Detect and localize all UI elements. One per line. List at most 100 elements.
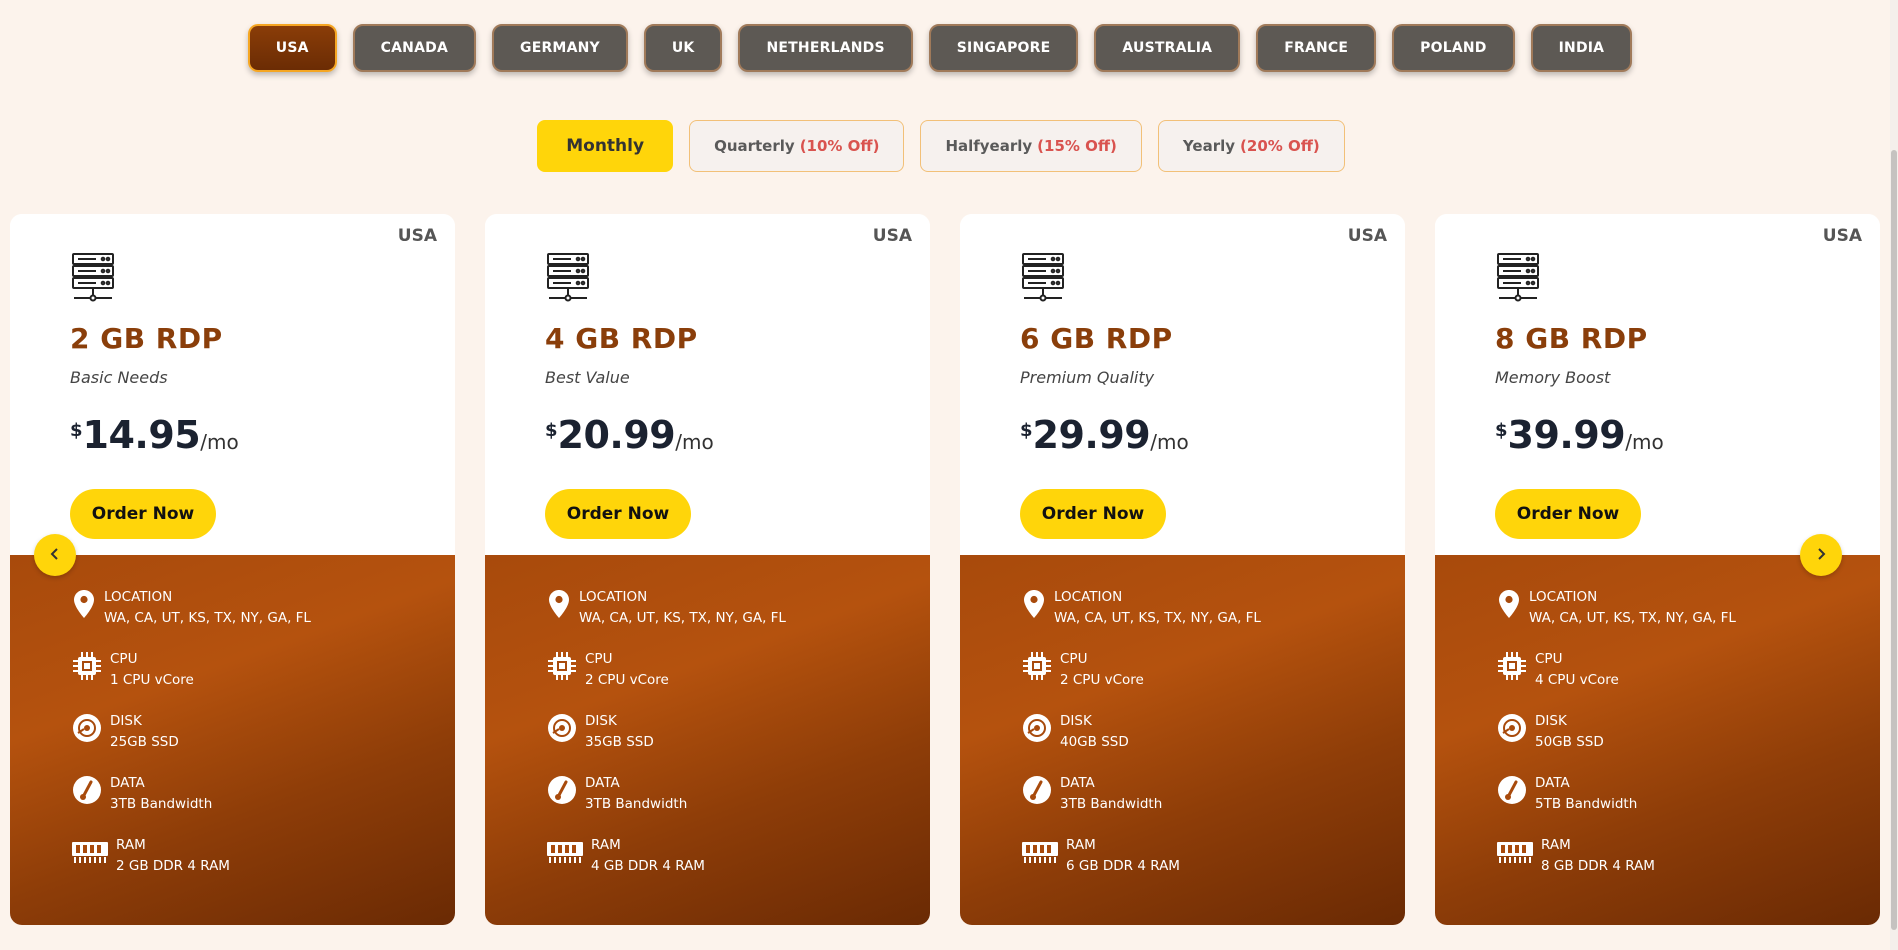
- scrollbar-thumb[interactable]: [1891, 150, 1897, 930]
- feature-ram: RAM 6 GB DDR 4 RAM: [1020, 835, 1180, 877]
- feature-value: 40GB SSD: [1060, 734, 1129, 750]
- chevron-right-icon: [1814, 546, 1828, 565]
- plan-price: $ 20.99 /mo: [545, 416, 714, 454]
- country-tab-uk[interactable]: UK: [643, 24, 723, 72]
- plan-features: LOCATION WA, CA, UT, KS, TX, NY, GA, FL …: [10, 555, 455, 925]
- feature-data: DATA 3TB Bandwidth: [545, 773, 687, 815]
- plan-title: 8 GB RDP: [1495, 322, 1648, 355]
- country-tab-canada[interactable]: CANADA: [352, 24, 476, 72]
- country-tab-india[interactable]: INDIA: [1530, 24, 1633, 72]
- plan-card-header: USA 8 GB RDP Memory Boost $ 39.99 /mo Or…: [1435, 214, 1880, 555]
- plan-country-label: USA: [397, 226, 437, 246]
- feature-label: RAM: [1541, 837, 1571, 853]
- disk-icon: [1020, 711, 1054, 745]
- feature-ram: RAM 4 GB DDR 4 RAM: [545, 835, 705, 877]
- feature-value: 2 CPU vCore: [585, 672, 669, 688]
- plan-card: USA 4 GB RDP Best Value $ 20.99 /mo Orde…: [485, 214, 930, 925]
- plan-subtitle: Memory Boost: [1495, 368, 1611, 387]
- billing-tab-quarterly[interactable]: Quarterly (10% Off): [689, 120, 905, 172]
- billing-tab-yearly[interactable]: Yearly (20% Off): [1157, 120, 1345, 172]
- plan-features: LOCATION WA, CA, UT, KS, TX, NY, GA, FL …: [960, 555, 1405, 925]
- feature-data: DATA 3TB Bandwidth: [70, 773, 212, 815]
- country-tab-germany[interactable]: GERMANY: [492, 24, 628, 72]
- plan-card: USA 6 GB RDP Premium Quality $ 29.99 /mo…: [960, 214, 1405, 925]
- cpu-chip-icon: [545, 649, 579, 683]
- plan-title: 2 GB RDP: [70, 322, 223, 355]
- feature-value: 5TB Bandwidth: [1535, 796, 1638, 812]
- plan-title: 4 GB RDP: [545, 322, 698, 355]
- plan-country-label: USA: [1822, 226, 1862, 246]
- price-currency: $: [1495, 420, 1508, 441]
- plan-subtitle: Best Value: [545, 368, 630, 387]
- disk-icon: [545, 711, 579, 745]
- order-now-button[interactable]: Order Now: [545, 489, 691, 539]
- feature-value: 3TB Bandwidth: [110, 796, 213, 812]
- country-tab-france[interactable]: FRANCE: [1256, 24, 1377, 72]
- feature-label: RAM: [1066, 837, 1096, 853]
- carousel-prev-button[interactable]: [34, 534, 76, 576]
- map-pin-icon: [1495, 587, 1523, 621]
- cpu-chip-icon: [1495, 649, 1529, 683]
- feature-cpu: CPU 2 CPU vCore: [545, 649, 669, 691]
- feature-value: 50GB SSD: [1535, 734, 1604, 750]
- plan-country-label: USA: [872, 226, 912, 246]
- feature-value: 3TB Bandwidth: [1060, 796, 1163, 812]
- plan-subtitle: Premium Quality: [1020, 368, 1155, 387]
- feature-value: 6 GB DDR 4 RAM: [1066, 858, 1180, 874]
- billing-tab-halfyearly[interactable]: Halfyearly (15% Off): [920, 120, 1142, 172]
- country-tab-australia[interactable]: AUSTRALIA: [1094, 24, 1241, 72]
- carousel-next-button[interactable]: [1800, 534, 1842, 576]
- order-now-button[interactable]: Order Now: [70, 489, 216, 539]
- feature-label: DISK: [1535, 713, 1567, 729]
- feature-label: CPU: [1060, 651, 1088, 667]
- country-tabs: USA CANADA GERMANY UK NETHERLANDS SINGAP…: [0, 24, 1898, 72]
- feature-value: 2 CPU vCore: [1060, 672, 1144, 688]
- feature-location: LOCATION WA, CA, UT, KS, TX, NY, GA, FL: [1495, 587, 1736, 629]
- map-pin-icon: [70, 587, 98, 621]
- country-tab-netherlands[interactable]: NETHERLANDS: [738, 24, 913, 72]
- plan-subtitle: Basic Needs: [70, 368, 168, 387]
- price-period: /mo: [675, 430, 714, 454]
- feature-disk: DISK 35GB SSD: [545, 711, 654, 753]
- billing-tab-label: Monthly: [566, 136, 645, 156]
- price-amount: 14.95: [82, 413, 201, 457]
- chevron-left-icon: [48, 546, 62, 565]
- feature-value: 35GB SSD: [585, 734, 654, 750]
- feature-value: 25GB SSD: [110, 734, 179, 750]
- page-scrollbar[interactable]: [1890, 0, 1898, 950]
- price-currency: $: [70, 420, 83, 441]
- plan-title: 6 GB RDP: [1020, 322, 1173, 355]
- feature-label: LOCATION: [579, 589, 648, 605]
- discount-label: (15% Off): [1037, 137, 1117, 155]
- plan-card-header: USA 4 GB RDP Best Value $ 20.99 /mo Orde…: [485, 214, 930, 555]
- country-tab-poland[interactable]: POLAND: [1392, 24, 1515, 72]
- cpu-chip-icon: [1020, 649, 1054, 683]
- order-now-button[interactable]: Order Now: [1495, 489, 1641, 539]
- billing-tab-monthly[interactable]: Monthly: [537, 120, 674, 172]
- feature-label: CPU: [1535, 651, 1563, 667]
- feature-cpu: CPU 1 CPU vCore: [70, 649, 194, 691]
- billing-tab-label: Quarterly: [714, 137, 795, 155]
- price-currency: $: [545, 420, 558, 441]
- feature-label: DATA: [1535, 775, 1570, 791]
- plan-features: LOCATION WA, CA, UT, KS, TX, NY, GA, FL …: [485, 555, 930, 925]
- feature-label: LOCATION: [104, 589, 173, 605]
- disk-icon: [70, 711, 104, 745]
- feature-location: LOCATION WA, CA, UT, KS, TX, NY, GA, FL: [545, 587, 786, 629]
- country-tab-usa[interactable]: USA: [247, 24, 337, 72]
- feature-location: LOCATION WA, CA, UT, KS, TX, NY, GA, FL: [70, 587, 311, 629]
- order-now-button[interactable]: Order Now: [1020, 489, 1166, 539]
- feature-label: LOCATION: [1529, 589, 1598, 605]
- feature-value: 3TB Bandwidth: [585, 796, 688, 812]
- discount-label: (10% Off): [799, 137, 880, 155]
- country-tab-singapore[interactable]: SINGAPORE: [928, 24, 1079, 72]
- feature-cpu: CPU 4 CPU vCore: [1495, 649, 1619, 691]
- price-amount: 29.99: [1032, 413, 1151, 457]
- price-period: /mo: [1625, 430, 1664, 454]
- server-icon: [1020, 252, 1066, 304]
- feature-label: LOCATION: [1054, 589, 1123, 605]
- ram-module-icon: [1020, 835, 1060, 869]
- gauge-icon: [70, 773, 104, 807]
- feature-value: WA, CA, UT, KS, TX, NY, GA, FL: [1054, 610, 1261, 626]
- price-period: /mo: [1150, 430, 1189, 454]
